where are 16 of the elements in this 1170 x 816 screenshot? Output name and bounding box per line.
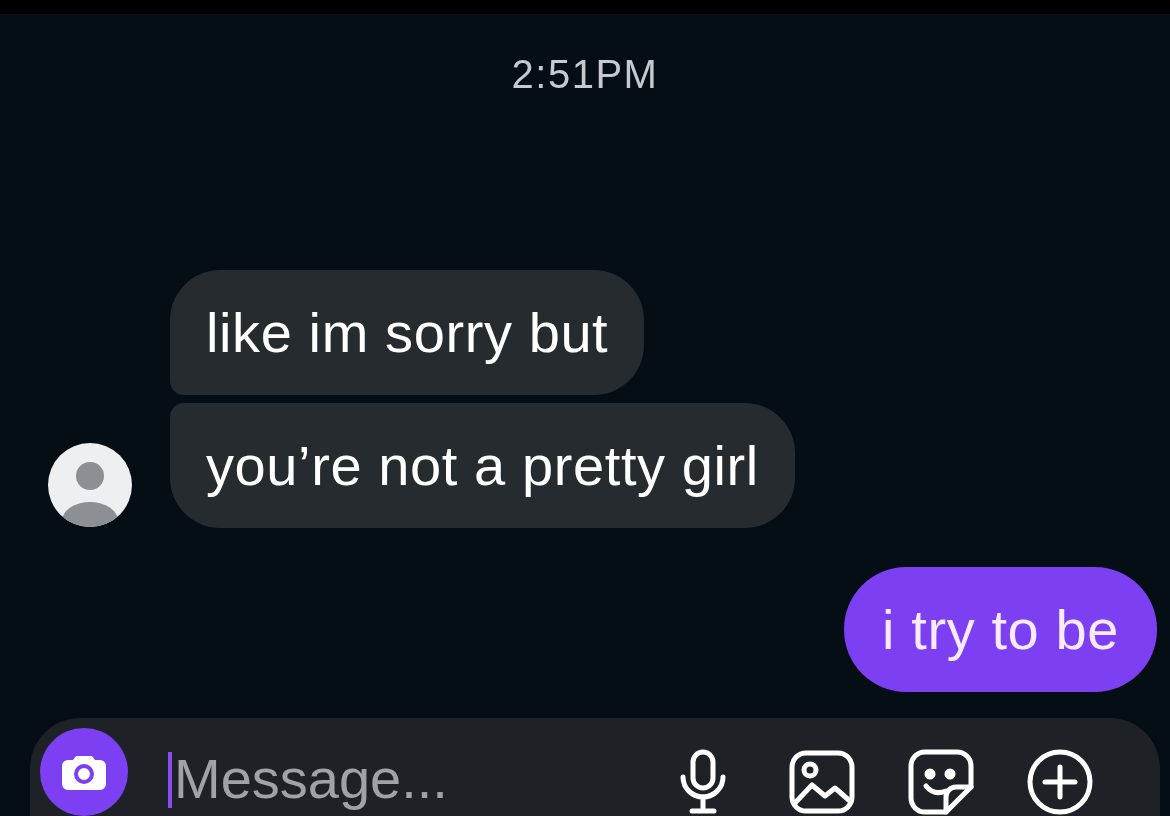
timestamp: 2:51PM <box>511 51 659 97</box>
text-cursor-icon <box>168 752 172 808</box>
sticker-icon <box>908 749 974 815</box>
gallery-button[interactable] <box>787 749 857 815</box>
message-bubble: you’re not a pretty girl <box>170 403 795 528</box>
message-bubble: like im sorry but <box>170 270 645 395</box>
sticker-button[interactable] <box>906 749 976 815</box>
message-composer[interactable]: Message... <box>30 718 1160 816</box>
add-button[interactable] <box>1025 749 1095 815</box>
message-field[interactable]: Message... <box>172 742 619 814</box>
message-bubble: i try to be <box>844 567 1157 692</box>
plus-icon <box>1027 749 1093 815</box>
image-icon <box>789 750 855 814</box>
microphone-icon <box>678 749 728 815</box>
camera-icon <box>62 754 106 790</box>
camera-button[interactable] <box>40 728 128 816</box>
